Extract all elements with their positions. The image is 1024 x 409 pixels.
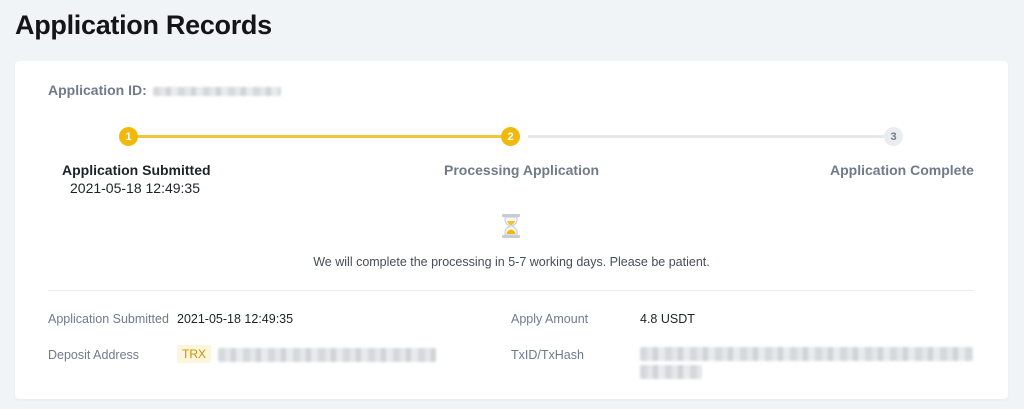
txid-label: TxID/TxHash [511,348,584,362]
application-id-label: Application ID: [48,82,147,98]
step-1-timestamp: 2021-05-18 12:49:35 [70,180,200,196]
apply-amount-label: Apply Amount [511,312,589,326]
step-3-indicator: 3 [884,127,903,146]
step-2-label: Processing Application [444,162,600,178]
submitted-value: 2021-05-18 12:49:35 [177,312,294,326]
txid-redacted-line-2[interactable] [640,365,702,379]
step-1-indicator: 1 [119,127,138,146]
apply-amount-value: 4.8 USDT [640,312,695,326]
step-1-label: Application Submitted [62,162,211,178]
step-3-label: Application Complete [830,162,974,178]
deposit-address-redacted[interactable] [218,348,436,362]
section-divider [48,290,974,291]
hourglass-icon [501,213,521,239]
processing-notice: We will complete the processing in 5-7 w… [313,255,710,269]
network-badge: TRX [177,345,211,363]
deposit-address-label: Deposit Address [48,348,140,362]
progress-line-pending [528,135,884,138]
application-id-redacted [152,86,281,96]
txid-redacted-line-1[interactable] [640,347,973,361]
application-id-row: Application ID: [48,82,281,98]
page-title: Application Records [15,10,272,40]
progress-line-complete [137,135,510,138]
application-record-card: Application ID: 1 2 3 Application Submit… [15,61,1008,399]
step-2-indicator: 2 [501,127,520,146]
submitted-label: Application Submitted [48,312,169,326]
